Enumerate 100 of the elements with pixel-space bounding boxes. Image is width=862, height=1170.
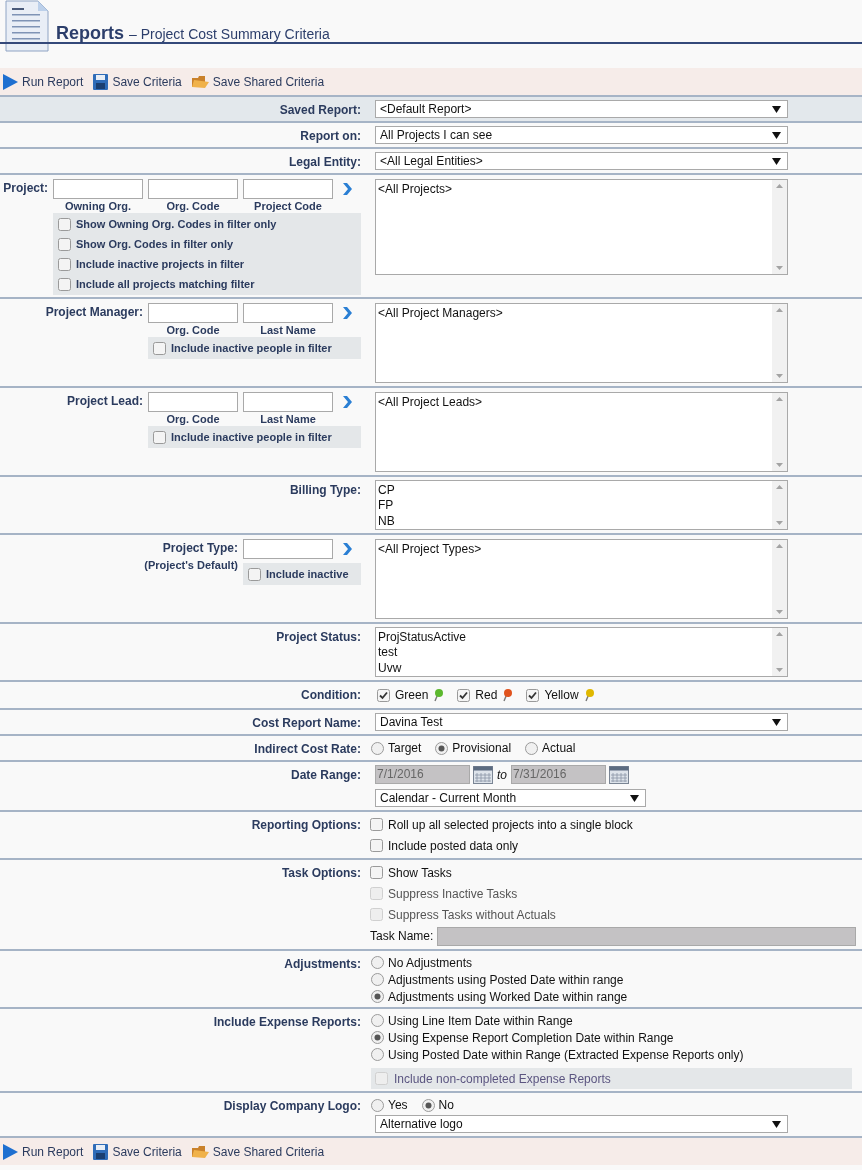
checkbox[interactable] <box>248 567 261 581</box>
toolbar-button[interactable]: Save Criteria <box>93 72 182 91</box>
checkbox-label[interactable]: Include inactive people in filter <box>171 339 332 357</box>
checkbox[interactable] <box>370 839 383 852</box>
list-item[interactable]: <All Projects> <box>378 182 772 198</box>
radio-label[interactable]: Actual <box>542 739 576 757</box>
checkbox[interactable] <box>58 257 71 271</box>
calendar-icon[interactable] <box>473 765 493 784</box>
list-item[interactable]: CP <box>378 483 772 499</box>
checkbox-label[interactable]: Include inactive people in filter <box>171 428 332 446</box>
list-item[interactable]: FP <box>378 498 772 514</box>
list-box[interactable]: CP FP NB <box>375 480 788 530</box>
radio-button[interactable] <box>421 1098 435 1112</box>
checkbox-label[interactable]: Include all projects matching filter <box>76 275 255 293</box>
checkbox-label[interactable]: Yellow <box>544 686 579 704</box>
radio-label[interactable]: No Adjustments <box>388 953 473 972</box>
radio-button[interactable] <box>525 741 539 755</box>
list-box[interactable]: <All Project Managers> <box>375 303 788 383</box>
dropdown[interactable]: Alternative logo <box>375 1115 788 1133</box>
chevron-right-icon[interactable] <box>342 306 352 320</box>
dropdown[interactable]: All Projects I can see <box>375 126 788 144</box>
scrollbar[interactable] <box>772 481 787 529</box>
checkbox[interactable] <box>526 688 540 702</box>
checkbox-label[interactable]: Show Org. Codes in filter only <box>76 235 234 253</box>
input-field[interactable] <box>243 539 333 559</box>
checkbox[interactable] <box>153 430 166 444</box>
chevron-right-icon[interactable] <box>342 182 352 196</box>
radio-button[interactable] <box>371 1031 384 1044</box>
checkbox-label[interactable]: Green <box>395 686 429 704</box>
scrollbar[interactable] <box>772 628 787 676</box>
input-field[interactable] <box>148 392 238 412</box>
radio-label[interactable]: Adjustments using Worked Date within range <box>388 987 628 1006</box>
scrollbar[interactable] <box>772 393 787 471</box>
calendar-icon[interactable] <box>609 765 629 784</box>
input-field[interactable] <box>243 179 333 199</box>
checkbox[interactable] <box>377 688 390 702</box>
toolbar-button[interactable]: Run Report <box>2 72 84 91</box>
radio-label[interactable]: Using Expense Report Completion Date within Range <box>388 1028 674 1047</box>
radio-label[interactable]: Target <box>388 739 422 757</box>
list-item[interactable]: Uvw <box>378 660 772 676</box>
checkbox[interactable] <box>153 341 166 355</box>
checkbox[interactable] <box>58 217 71 231</box>
play-icon[interactable] <box>2 1143 18 1160</box>
list-item[interactable]: <All Project Managers> <box>378 306 772 322</box>
radio-button[interactable] <box>371 741 384 755</box>
input-field[interactable] <box>148 179 238 199</box>
radio-button[interactable] <box>371 1098 384 1112</box>
checkbox[interactable] <box>457 688 471 702</box>
checkbox[interactable] <box>58 237 71 251</box>
radio-button[interactable] <box>371 990 384 1003</box>
toolbar-button[interactable]: Save Shared Criteria <box>191 1142 325 1161</box>
toolbar-button[interactable]: Save Shared Criteria <box>191 72 325 91</box>
scrollbar[interactable] <box>772 304 787 382</box>
radio-button[interactable] <box>371 1048 384 1061</box>
radio-button[interactable] <box>371 956 384 969</box>
chevron-right-icon[interactable] <box>342 542 352 556</box>
radio-label[interactable]: Provisional <box>452 739 512 757</box>
scrollbar[interactable] <box>772 540 787 618</box>
dropdown[interactable]: Calendar - Current Month <box>375 789 646 807</box>
radio-label[interactable]: Yes <box>388 1096 408 1114</box>
checkbox-label[interactable]: Include posted data only <box>388 836 519 855</box>
radio-label[interactable]: No <box>438 1096 454 1114</box>
radio-label[interactable]: Using Posted Date within Range (Extracted Expense Reports only) <box>388 1045 744 1064</box>
checkbox-label[interactable]: Red <box>475 686 498 704</box>
list-box[interactable]: <All Project Types> <box>375 539 788 619</box>
radio-button[interactable] <box>371 1014 384 1027</box>
checkbox-label[interactable]: Show Owning Org. Codes in filter only <box>76 215 277 233</box>
dropdown[interactable]: Davina Test <box>375 713 788 731</box>
list-item[interactable]: <All Project Leads> <box>378 395 772 411</box>
toolbar-button[interactable]: Run Report <box>2 1142 84 1161</box>
list-box[interactable]: ProjStatusActive test Uvw <box>375 627 788 677</box>
input-field[interactable] <box>53 179 143 199</box>
toolbar-button[interactable]: Save Criteria <box>93 1142 182 1161</box>
list-box[interactable]: <All Project Leads> <box>375 392 788 472</box>
radio-button[interactable] <box>435 741 449 755</box>
checkbox[interactable] <box>370 818 383 831</box>
list-item[interactable]: <All Project Types> <box>378 542 772 558</box>
checkbox[interactable] <box>58 277 71 291</box>
chevron-right-icon[interactable] <box>342 395 352 409</box>
field-label: Project Type: <box>161 540 238 557</box>
radio-button[interactable] <box>371 973 384 986</box>
radio-label[interactable]: Using Line Item Date within Range <box>388 1011 573 1030</box>
input-field[interactable] <box>243 303 333 323</box>
scrollbar[interactable] <box>772 180 787 274</box>
checkbox-label[interactable]: Include inactive <box>266 565 349 583</box>
dropdown[interactable]: <Default Report> <box>375 100 788 118</box>
checkbox-label[interactable]: Roll up all selected projects into a single block <box>388 815 633 834</box>
checkbox-label[interactable]: Show Tasks <box>388 863 452 882</box>
checkbox[interactable] <box>370 866 383 879</box>
list-item[interactable]: ProjStatusActive <box>378 630 772 646</box>
play-icon[interactable] <box>2 73 18 90</box>
input-field[interactable] <box>243 392 333 412</box>
checkbox-label[interactable]: Include inactive projects in filter <box>76 255 245 273</box>
caret-icon <box>772 1120 781 1128</box>
radio-label[interactable]: Adjustments using Posted Date within range <box>388 970 624 989</box>
list-item[interactable]: test <box>378 645 772 661</box>
input-field[interactable] <box>148 303 238 323</box>
list-box[interactable]: <All Projects> <box>375 179 788 275</box>
dropdown[interactable]: <All Legal Entities> <box>375 152 788 170</box>
list-item[interactable]: NB <box>378 513 772 529</box>
